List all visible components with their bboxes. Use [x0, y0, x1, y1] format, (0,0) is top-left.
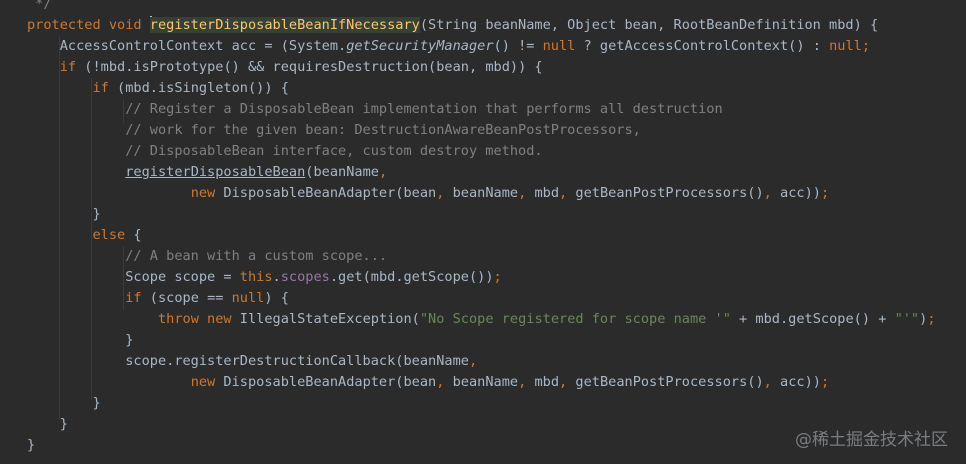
keyword: new: [190, 185, 216, 201]
code-line[interactable]: }: [27, 204, 101, 225]
string-literal: "'": [894, 311, 920, 327]
code-line[interactable]: scope.registerDestructionCallback(beanNa…: [27, 351, 477, 372]
comment: // work for the given bean: DestructionA…: [27, 122, 641, 138]
code-token: mbd: [526, 374, 560, 390]
code-token: }: [27, 395, 101, 411]
code-token: (scope ==: [141, 290, 232, 306]
code-token: .get(mbd.getScope()): [329, 269, 494, 285]
code-line[interactable]: throw new IllegalStateException("No Scop…: [27, 309, 936, 330]
code-token: () !=: [493, 38, 543, 54]
code-line[interactable]: new DisposableBeanAdapter(bean, beanName…: [27, 372, 829, 393]
keyword: ,: [559, 374, 568, 390]
keyword: if: [59, 59, 77, 75]
keyword: new: [190, 374, 216, 390]
watermark: @稀土掘金技术社区: [795, 430, 948, 450]
keyword: ,: [763, 185, 772, 201]
keyword: ;: [820, 374, 830, 390]
code-token: ) {: [264, 290, 289, 306]
static-method: getSecurityManager: [346, 38, 494, 54]
field: scopes: [280, 269, 330, 285]
code-editor[interactable]: */protected void registerDisposableBeanI…: [0, 0, 966, 464]
keyword: ;: [927, 311, 936, 327]
comment: // A bean with a custom scope...: [27, 248, 388, 264]
code-line[interactable]: protected void registerDisposableBeanIfN…: [27, 15, 878, 36]
keyword: ,: [378, 164, 388, 180]
code-token: (String beanName, Object bean, RootBeanD…: [419, 17, 879, 33]
keyword: null: [542, 38, 576, 54]
keyword: ;: [861, 38, 871, 54]
code-line[interactable]: if (mbd.isSingleton()) {: [27, 78, 289, 99]
comment: // Register a DisposableBean implementat…: [27, 101, 723, 117]
code-line[interactable]: }: [27, 414, 68, 435]
code-line[interactable]: registerDisposableBean(beanName,: [27, 162, 387, 183]
keyword: ;: [493, 269, 502, 285]
code-line[interactable]: // Register a DisposableBean implementat…: [27, 99, 723, 120]
code-line[interactable]: // work for the given bean: DestructionA…: [27, 120, 641, 141]
code-token: scope.registerDestructionCallback(beanNa…: [27, 353, 469, 369]
code-token: }: [27, 416, 68, 432]
code-token: }: [27, 332, 134, 348]
code-token: {: [125, 227, 142, 243]
code-token: }: [27, 437, 36, 453]
code-line[interactable]: if (scope == null) {: [27, 288, 289, 309]
keyword: throw new: [157, 311, 232, 327]
code-line[interactable]: // A bean with a custom scope...: [27, 246, 387, 267]
keyword: ,: [763, 374, 772, 390]
comment: // DisposableBean interface, custom dest…: [27, 143, 543, 159]
code-line[interactable]: new DisposableBeanAdapter(bean, beanName…: [27, 183, 829, 204]
code-token: beanName: [444, 374, 519, 390]
code-line[interactable]: Scope scope = this.scopes.get(mbd.getSco…: [27, 267, 502, 288]
keyword: if: [125, 290, 142, 306]
code-token: DisposableBeanAdapter(bean: [215, 185, 437, 201]
keyword: if: [92, 80, 109, 96]
keyword: ,: [468, 353, 478, 369]
string-literal: "No Scope registered for scope name '": [419, 311, 731, 327]
code-line[interactable]: */: [27, 0, 52, 15]
code-token: Scope scope =: [27, 269, 240, 285]
keyword: null: [231, 290, 265, 306]
keyword: ,: [559, 185, 568, 201]
code-line[interactable]: else {: [27, 225, 142, 246]
code-token: ? getAccessControlContext() :: [575, 38, 830, 54]
method-name-highlight: registerDisposableBeanIfNecessary: [149, 17, 420, 33]
code-token: AccessControlContext acc = (System.: [27, 38, 347, 54]
keyword: protected void: [27, 17, 150, 33]
code-line[interactable]: AccessControlContext acc = (System.getSe…: [27, 36, 870, 57]
code-token: DisposableBeanAdapter(bean: [215, 374, 437, 390]
code-token: (mbd.isSingleton()) {: [108, 80, 289, 96]
method-link: registerDisposableBean: [125, 164, 306, 180]
code-token: acc)): [771, 374, 821, 390]
code-token: mbd: [526, 185, 560, 201]
code-token: IllegalStateException(: [231, 311, 420, 327]
code-line[interactable]: // DisposableBean interface, custom dest…: [27, 141, 543, 162]
keyword: ;: [820, 185, 830, 201]
code-line[interactable]: }: [27, 435, 35, 456]
code-token: acc)): [771, 185, 821, 201]
code-line[interactable]: if (!mbd.isPrototype() && requiresDestru…: [27, 57, 543, 78]
code-token: }: [27, 206, 101, 222]
keyword: else: [92, 227, 126, 243]
comment: */: [27, 0, 52, 12]
code-token: getBeanPostProcessors(): [567, 185, 764, 201]
code-token: getBeanPostProcessors(): [567, 374, 764, 390]
code-line[interactable]: }: [27, 330, 133, 351]
code-token: .: [272, 269, 281, 285]
code-token: (beanName: [305, 164, 379, 180]
keyword: this: [239, 269, 273, 285]
code-line[interactable]: }: [27, 393, 101, 414]
code-token: + mbd.getScope() +: [730, 311, 895, 327]
keyword: null: [829, 38, 862, 54]
code-token: beanName: [444, 185, 519, 201]
code-token: (!mbd.isPrototype() && requiresDestructi…: [76, 59, 543, 75]
